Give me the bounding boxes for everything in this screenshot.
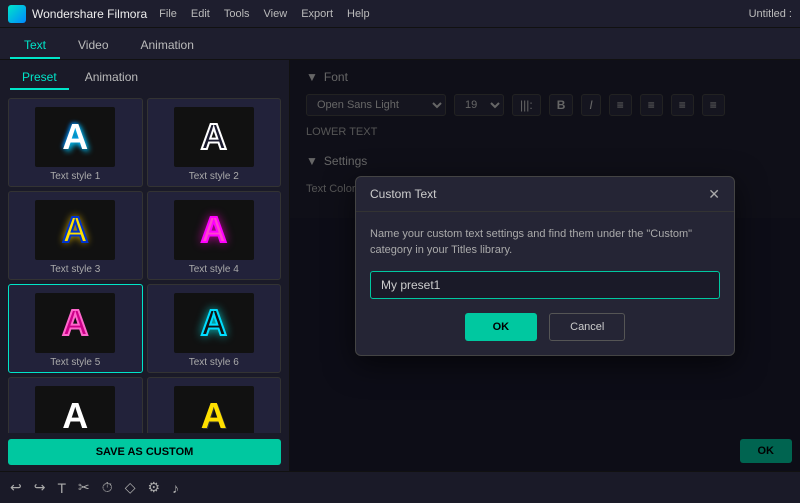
window-title: Untitled :	[749, 8, 792, 20]
main-tab-bar: Text Video Animation	[0, 28, 800, 60]
app-name: Wondershare Filmora	[32, 7, 147, 21]
style-label-3: Text style 3	[50, 264, 100, 275]
dialog-preset-name-input[interactable]	[370, 271, 720, 299]
dialog-cancel-button[interactable]: Cancel	[549, 313, 625, 341]
text-tool-button[interactable]: T	[57, 480, 66, 496]
preset-tab-bar: Preset Animation	[0, 60, 289, 90]
audio-button[interactable]: ♪	[172, 480, 179, 496]
menu-file[interactable]: File	[159, 8, 177, 20]
timer-button[interactable]: ⏱	[102, 479, 113, 496]
diamond-button[interactable]: ◇	[125, 479, 136, 496]
menu-help[interactable]: Help	[347, 8, 370, 20]
save-as-custom-button[interactable]: SAVE AS CUSTOM	[8, 439, 281, 465]
preset-tab-animation[interactable]: Animation	[73, 66, 150, 90]
style-item-6[interactable]: A Text style 6	[147, 284, 282, 373]
dialog-close-button[interactable]: ✕	[708, 187, 720, 201]
style-item-8[interactable]: A Text style 8	[147, 377, 282, 433]
dialog-description: Name your custom text settings and find …	[370, 226, 720, 259]
dialog-header: Custom Text ✕	[356, 177, 734, 212]
menu-tools[interactable]: Tools	[224, 8, 250, 20]
tab-video[interactable]: Video	[64, 33, 122, 59]
undo-button[interactable]: ↩	[10, 479, 22, 496]
preset-tab-preset[interactable]: Preset	[10, 66, 69, 90]
style-preview-5: A	[35, 293, 115, 353]
settings-button[interactable]: ⚙	[147, 479, 160, 496]
style-preview-8: A	[174, 386, 254, 433]
style-preview-6: A	[174, 293, 254, 353]
left-panel: Preset Animation A Text style 1 A Text s…	[0, 60, 290, 471]
style-label-6: Text style 6	[189, 357, 239, 368]
style-item-4[interactable]: A Text style 4	[147, 191, 282, 280]
title-bar: Wondershare Filmora File Edit Tools View…	[0, 0, 800, 28]
menu-edit[interactable]: Edit	[191, 8, 210, 20]
style-label-5: Text style 5	[50, 357, 100, 368]
style-item-3[interactable]: A Text style 3	[8, 191, 143, 280]
app-logo: Wondershare Filmora	[8, 5, 147, 23]
style-preview-2: A	[174, 107, 254, 167]
style-grid: A Text style 1 A Text style 2 A Text sty…	[0, 90, 289, 433]
bottom-toolbar: ↩ ↪ T ✂ ⏱ ◇ ⚙ ♪	[0, 471, 800, 503]
style-preview-3: A	[35, 200, 115, 260]
style-item-5[interactable]: A Text style 5	[8, 284, 143, 373]
redo-button[interactable]: ↪	[34, 479, 46, 496]
tab-text[interactable]: Text	[10, 33, 60, 59]
title-bar-left: Wondershare Filmora File Edit Tools View…	[8, 5, 370, 23]
style-preview-1: A	[35, 107, 115, 167]
style-label-4: Text style 4	[189, 264, 239, 275]
style-label-1: Text style 1	[50, 171, 100, 182]
style-item-1[interactable]: A Text style 1	[8, 98, 143, 187]
style-preview-4: A	[174, 200, 254, 260]
style-item-2[interactable]: A Text style 2	[147, 98, 282, 187]
app-logo-icon	[8, 5, 26, 23]
dialog-title: Custom Text	[370, 187, 436, 201]
cut-button[interactable]: ✂	[78, 479, 90, 496]
dialog-overlay: Custom Text ✕ Name your custom text sett…	[290, 60, 800, 471]
dialog-buttons: OK Cancel	[370, 313, 720, 341]
style-item-7[interactable]: A Text style 7	[8, 377, 143, 433]
menu-export[interactable]: Export	[301, 8, 333, 20]
dialog-body: Name your custom text settings and find …	[356, 212, 734, 355]
dialog-ok-button[interactable]: OK	[465, 313, 538, 341]
menu-view[interactable]: View	[264, 8, 288, 20]
menu-bar: File Edit Tools View Export Help	[159, 8, 369, 20]
tab-animation[interactable]: Animation	[127, 33, 208, 59]
style-preview-7: A	[35, 386, 115, 433]
style-label-2: Text style 2	[189, 171, 239, 182]
custom-text-dialog: Custom Text ✕ Name your custom text sett…	[355, 176, 735, 356]
